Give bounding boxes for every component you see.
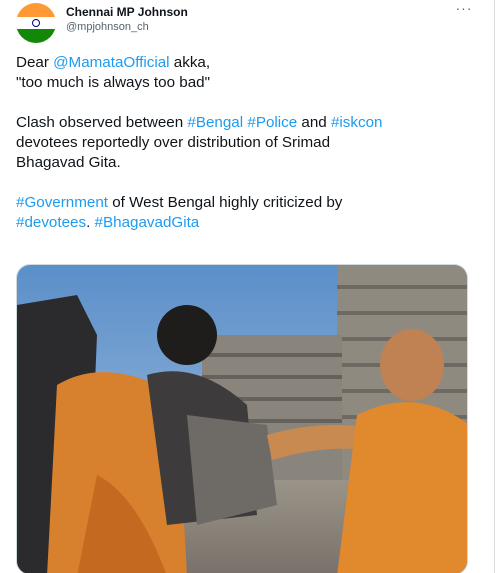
tweet-line-5: Bhagavad Gita. [16, 154, 121, 171]
tweet-text: Dear @MamataOfficial akka, "too much is … [16, 53, 476, 233]
text-segment: akka, [169, 54, 211, 71]
ashoka-chakra-icon [32, 19, 40, 27]
tweet-line-3: Clash observed between #Bengal #Police a… [16, 113, 476, 133]
flag-green-band [16, 29, 56, 43]
hashtag-link-police[interactable]: #Police [247, 114, 297, 131]
hashtag-link-bhagavadgita[interactable]: #BhagavadGita [95, 214, 200, 231]
more-options-icon[interactable]: ··· [455, 1, 473, 18]
tweet-line-7: #devotees. #BhagavadGita [16, 213, 476, 233]
author-name[interactable]: Chennai MP Johnson [66, 5, 188, 19]
author-handle[interactable]: @mpjohnson_ch [66, 21, 149, 33]
hashtag-link-bengal[interactable]: #Bengal [187, 114, 243, 131]
hashtag-link-iskcon[interactable]: #iskcon [331, 114, 383, 131]
tweet-video-thumbnail[interactable] [16, 264, 468, 573]
text-segment: . [86, 214, 95, 231]
tweet-card[interactable]: Chennai MP Johnson @mpjohnson_ch ··· Dea… [0, 0, 495, 573]
indian-flag-avatar-icon[interactable] [16, 3, 56, 43]
video-still-icon [17, 265, 467, 573]
text-segment: of West Bengal highly criticized by [108, 194, 343, 211]
tweet-line-4: devotees reportedly over distribution of… [16, 134, 331, 151]
hashtag-link-devotees[interactable]: #devotees [16, 214, 86, 231]
hashtag-link-government[interactable]: #Government [16, 194, 108, 211]
mention-link[interactable]: @MamataOfficial [53, 54, 169, 71]
text-segment: Dear [16, 54, 54, 71]
flag-saffron-band [16, 3, 56, 17]
tweet-line-6: #Government of West Bengal highly critic… [16, 193, 476, 213]
text-segment: and [297, 114, 331, 131]
tweet-line-2: "too much is always too bad" [16, 74, 210, 91]
text-segment: Clash observed between [16, 114, 188, 131]
tweet-line-1: Dear @MamataOfficial akka, [16, 53, 476, 73]
